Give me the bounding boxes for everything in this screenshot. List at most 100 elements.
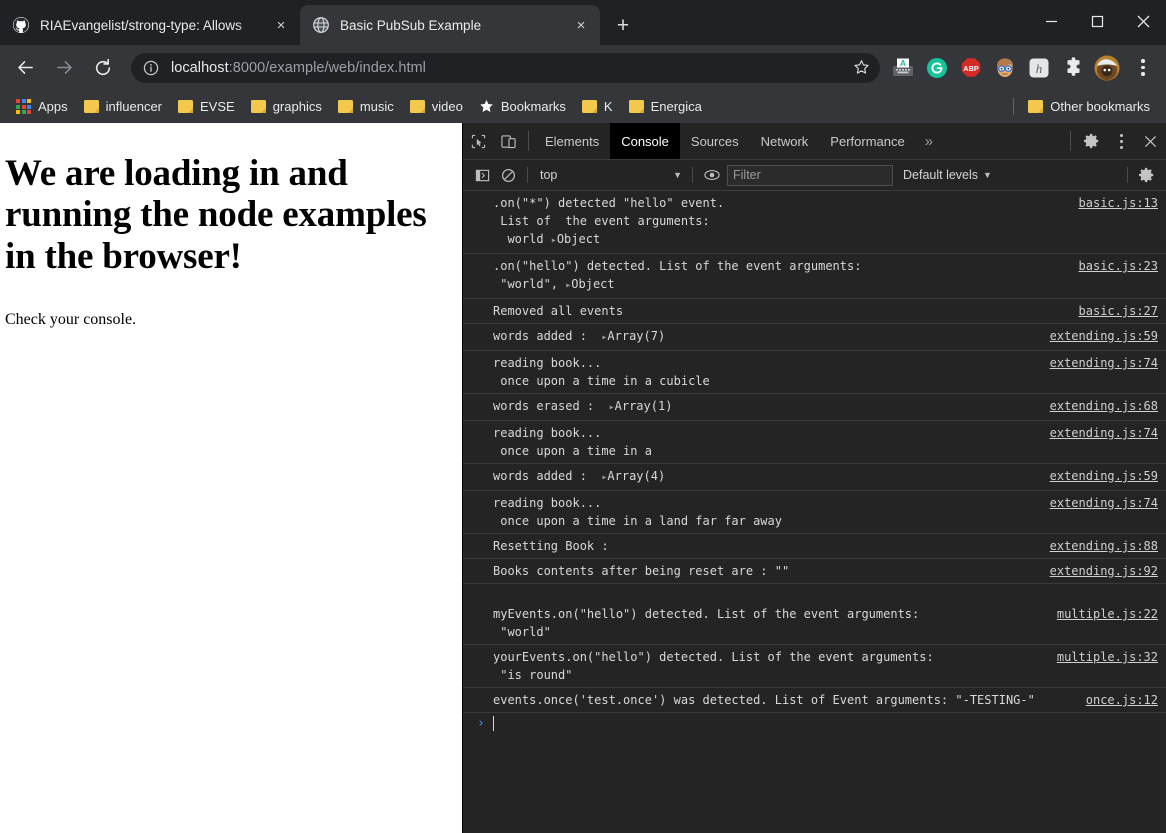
close-window-icon[interactable] <box>1120 0 1166 42</box>
console-prompt[interactable]: › <box>463 713 1166 734</box>
chrome-menu-icon[interactable] <box>1128 53 1158 83</box>
tab-console[interactable]: Console <box>610 123 680 159</box>
console-source-link[interactable]: extending.js:59 <box>1050 327 1158 345</box>
console-message[interactable]: words added : ▸Array(7) extending.js:59 <box>463 324 1166 351</box>
console-message[interactable]: Removed all events basic.js:27 <box>463 299 1166 324</box>
console-message-list[interactable]: .on("*") detected "hello" event. List of… <box>463 191 1166 833</box>
bookmark-label: music <box>359 99 394 114</box>
console-source-link[interactable]: extending.js:92 <box>1050 562 1158 580</box>
console-source-link[interactable]: multiple.js:22 <box>1057 605 1158 623</box>
console-message[interactable]: yourEvents.on("hello") detected. List of… <box>463 645 1166 688</box>
console-object-preview[interactable]: Array(1) <box>615 399 673 413</box>
console-source-link[interactable]: basic.js:27 <box>1079 302 1158 320</box>
console-message[interactable]: reading book... once upon a time in a la… <box>463 491 1166 534</box>
console-message[interactable]: words erased : ▸Array(1) extending.js:68 <box>463 394 1166 421</box>
folder-icon <box>409 100 425 113</box>
console-source-link[interactable]: extending.js:59 <box>1050 467 1158 485</box>
minimize-icon[interactable] <box>1028 0 1074 42</box>
browser-toolbar: localhost:8000/example/web/index.html A … <box>0 45 1166 90</box>
console-object-preview[interactable]: Object <box>571 277 614 291</box>
tab-performance[interactable]: Performance <box>819 123 915 159</box>
bookmark-other-bookmarks[interactable]: Other bookmarks <box>1020 94 1158 119</box>
console-message[interactable]: Resetting Book : extending.js:88 <box>463 534 1166 559</box>
back-icon[interactable] <box>8 51 42 85</box>
execution-context-select[interactable]: top ▼ <box>534 165 686 185</box>
console-message[interactable]: myEvents.on("hello") detected. List of t… <box>463 584 1166 645</box>
console-object-preview[interactable]: Array(4) <box>607 469 665 483</box>
reload-icon[interactable] <box>86 51 120 85</box>
console-message[interactable]: events.once('test.once') was detected. L… <box>463 688 1166 713</box>
bookmarks-bar: Apps influencer EVSE graphics music vide… <box>0 90 1166 123</box>
inspect-cursor-icon[interactable] <box>463 123 493 159</box>
bookmark-item-graphics[interactable]: graphics <box>243 94 330 119</box>
console-source-link[interactable]: basic.js:13 <box>1079 194 1158 212</box>
bookmark-item-evse[interactable]: EVSE <box>170 94 243 119</box>
tab-network[interactable]: Network <box>750 123 820 159</box>
address-bar[interactable]: localhost:8000/example/web/index.html <box>131 52 880 83</box>
console-message[interactable]: .on("*") detected "hello" event. List of… <box>463 191 1166 254</box>
console-object-preview[interactable]: Object <box>557 232 600 246</box>
browser-tab-strip: RIAEvangelist/strong-type: Allows × Basi… <box>0 0 1166 45</box>
profile-avatar[interactable] <box>1093 54 1121 82</box>
console-source-link[interactable]: basic.js:23 <box>1079 257 1158 275</box>
bookmark-label: Apps <box>38 99 68 114</box>
device-toolbar-icon[interactable] <box>493 123 523 159</box>
console-source-link[interactable]: extending.js:88 <box>1050 537 1158 555</box>
live-expression-icon[interactable] <box>699 162 725 188</box>
tab-sources[interactable]: Sources <box>680 123 750 159</box>
extension-honey-icon[interactable]: h <box>1025 54 1053 82</box>
close-devtools-icon[interactable] <box>1134 123 1166 159</box>
console-message[interactable]: words added : ▸Array(4) extending.js:59 <box>463 464 1166 491</box>
more-tabs-icon[interactable]: » <box>916 123 942 159</box>
extension-honey-avatar-icon[interactable] <box>991 54 1019 82</box>
console-source-link[interactable]: extending.js:74 <box>1050 354 1158 372</box>
chevron-down-icon: ▼ <box>983 170 992 180</box>
console-source-link[interactable]: extending.js:74 <box>1050 494 1158 512</box>
console-message[interactable]: reading book... once upon a time in a cu… <box>463 351 1166 394</box>
log-levels-select[interactable]: Default levels ▼ <box>903 168 992 182</box>
console-source-link[interactable]: once.js:12 <box>1086 691 1158 709</box>
bookmark-apps[interactable]: Apps <box>8 94 76 119</box>
console-filter-input[interactable]: Filter <box>727 164 893 186</box>
tab-close-icon[interactable]: × <box>270 14 292 36</box>
console-sidebar-icon[interactable] <box>469 162 495 188</box>
browser-tab-0[interactable]: RIAEvangelist/strong-type: Allows × <box>0 5 300 45</box>
console-message-line: "is round" <box>493 668 573 682</box>
browser-tab-1[interactable]: Basic PubSub Example × <box>300 5 600 45</box>
bookmark-item-k[interactable]: K <box>574 94 621 119</box>
globe-icon <box>312 16 330 34</box>
filterbar-divider-2 <box>692 167 693 183</box>
console-message-line: .on("hello") detected. List of the event… <box>493 259 862 273</box>
console-source-link[interactable]: multiple.js:32 <box>1057 648 1158 666</box>
console-message[interactable]: Books contents after being reset are : "… <box>463 559 1166 584</box>
new-tab-button[interactable]: + <box>608 10 638 40</box>
bookmark-item-influencer[interactable]: influencer <box>76 94 170 119</box>
svg-text:ABP: ABP <box>963 64 979 73</box>
extensions-puzzle-icon[interactable] <box>1059 54 1087 82</box>
bookmark-item-energica[interactable]: Energica <box>621 94 710 119</box>
bookmark-item-music[interactable]: music <box>330 94 402 119</box>
bookmark-item-video[interactable]: video <box>402 94 471 119</box>
clear-console-icon[interactable] <box>495 162 521 188</box>
prompt-caret <box>492 716 494 731</box>
folder-icon <box>1028 100 1044 113</box>
console-source-link[interactable]: extending.js:74 <box>1050 424 1158 442</box>
tab-close-icon[interactable]: × <box>570 14 592 36</box>
bookmark-star-icon[interactable] <box>848 55 874 81</box>
console-message[interactable]: .on("hello") detected. List of the event… <box>463 254 1166 299</box>
extension-adblock-plus-icon[interactable]: ABP <box>957 54 985 82</box>
info-circle-icon[interactable] <box>141 58 161 78</box>
console-object-preview[interactable]: Array(7) <box>607 329 665 343</box>
gear-icon[interactable] <box>1076 123 1108 159</box>
console-message[interactable]: reading book... once upon a time in a ext… <box>463 421 1166 464</box>
bookmark-item-bookmarks[interactable]: Bookmarks <box>471 94 574 119</box>
extension-grammarly-typewriter-icon[interactable]: A <box>889 54 917 82</box>
forward-icon[interactable] <box>47 51 81 85</box>
extension-grammarly-icon[interactable] <box>923 54 951 82</box>
more-options-icon[interactable] <box>1108 123 1134 159</box>
console-source-link[interactable]: extending.js:68 <box>1050 397 1158 415</box>
tab-elements[interactable]: Elements <box>534 123 610 159</box>
maximize-icon[interactable] <box>1074 0 1120 42</box>
console-settings-icon[interactable] <box>1134 162 1160 188</box>
bookmark-label: graphics <box>272 99 322 114</box>
